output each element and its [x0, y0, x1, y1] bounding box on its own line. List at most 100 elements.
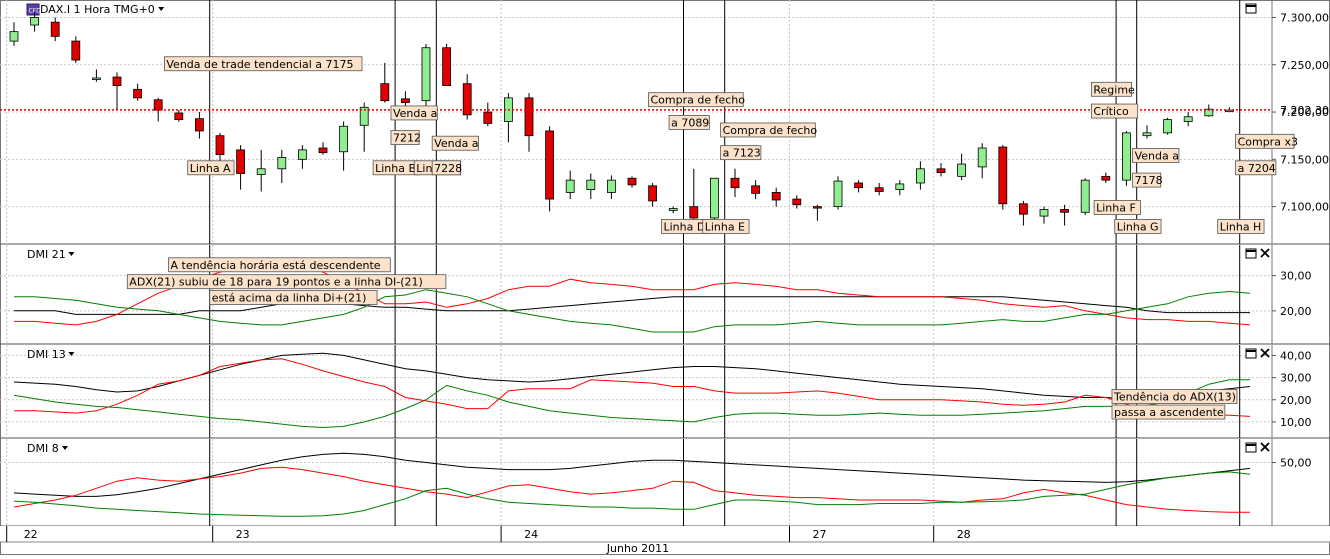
time-axis-label: 22	[24, 528, 38, 541]
candle-up	[297, 149, 307, 160]
annotation-label: Compra de fecho	[723, 124, 818, 137]
y-tick-label: 7.250,00	[1280, 59, 1329, 72]
candle-up	[1122, 132, 1131, 181]
y-tick-label: 7.300,00	[1280, 11, 1329, 24]
candle-up	[256, 168, 266, 175]
annotation-label: Tendência do ADX(13)	[1113, 391, 1236, 404]
event-line-label: Linha D	[664, 220, 706, 233]
candle-up	[1183, 116, 1193, 122]
instrument-title: DAX.I 1 Hora TMG+0	[40, 3, 155, 16]
candle-up	[92, 77, 101, 80]
candle-down	[524, 97, 534, 137]
annotation-label: está acima da linha Di+(21)	[212, 292, 367, 305]
candle-down	[1060, 209, 1069, 213]
candle-down	[813, 206, 822, 209]
candle-up	[710, 177, 719, 219]
candle-up	[1163, 119, 1172, 134]
candle-down	[1019, 203, 1028, 215]
candle-down	[194, 118, 204, 132]
candle-up	[916, 168, 925, 184]
candle-up	[977, 147, 987, 168]
annotation-label: Compra x3	[1238, 135, 1298, 148]
annotation-label: a 7089	[671, 116, 709, 129]
candle-up	[1039, 209, 1049, 217]
candle-down	[771, 192, 781, 201]
time-axis	[0, 526, 1330, 542]
annotation-label: Crítico	[1093, 105, 1129, 118]
candle-down	[1101, 175, 1111, 181]
indicator-title: DMI 8	[27, 442, 59, 455]
time-axis-label: 23	[236, 528, 250, 541]
annotation-label: A tendência horária está descendente	[171, 259, 381, 272]
candle-up	[30, 17, 40, 26]
annotation-label: a 7204	[1238, 162, 1276, 175]
time-axis-label: 28	[957, 528, 971, 541]
candle-down	[545, 130, 554, 200]
y-tick-label: 7.100,00	[1280, 201, 1329, 214]
y-tick-label: 30,00	[1280, 270, 1312, 283]
y-tick-label: 20,00	[1280, 305, 1312, 318]
candle-down	[648, 185, 657, 202]
indicator-title: DMI 21	[27, 248, 66, 261]
event-line-label: Linha E	[705, 220, 745, 233]
candle-up	[607, 179, 616, 193]
candle-up	[586, 179, 596, 190]
candle-up	[277, 157, 287, 170]
annotation-label: Compra de fecho	[650, 94, 745, 107]
candle-down	[792, 198, 802, 206]
candle-down	[71, 40, 81, 61]
candle-down	[627, 177, 637, 186]
candle-up	[1080, 179, 1090, 213]
indicator-title: DMI 13	[27, 348, 66, 361]
candle-down	[400, 98, 410, 103]
candle-down	[133, 88, 143, 99]
y-tick-label: 50,00	[1280, 457, 1312, 470]
candle-down	[50, 21, 60, 37]
candle-down	[153, 99, 163, 111]
candle-up	[421, 47, 431, 102]
y-tick-label: 30,00	[1280, 372, 1312, 385]
candle-down	[998, 146, 1008, 205]
candle-down	[730, 177, 740, 189]
candle-up	[1142, 132, 1152, 137]
last-price-label: 7.202,30	[1280, 104, 1329, 117]
time-axis-label: 24	[524, 528, 538, 541]
candle-up	[957, 163, 966, 177]
month-label: Junho 2011	[606, 542, 669, 555]
candle-down	[936, 168, 946, 173]
y-tick-label: 7.150,00	[1280, 153, 1329, 166]
candle-up	[668, 208, 678, 211]
candle-up	[833, 180, 843, 208]
annotation-label: Venda de trade tendencial a 7175	[166, 58, 353, 71]
candle-down	[215, 135, 225, 156]
annotation-label: Venda a	[434, 137, 478, 150]
candle-down	[112, 76, 122, 86]
candle-down	[854, 182, 863, 189]
y-tick-label: 10,00	[1280, 416, 1312, 429]
candle-down	[483, 111, 493, 124]
candle-down	[380, 83, 390, 102]
candle-down	[751, 185, 760, 194]
candle-down	[236, 149, 246, 174]
annotation-label: ADX(21) subiu de 18 para 19 pontos e a l…	[129, 276, 423, 289]
annotation-label: 7228	[434, 162, 462, 175]
event-line-label: Linha B	[375, 162, 416, 175]
event-line-label: Linha H	[1220, 220, 1262, 233]
candle-down	[689, 206, 699, 219]
annotation-label: Venda a	[393, 107, 437, 120]
annotation-label: a 7123	[723, 147, 761, 160]
event-line-label: Linha A	[190, 162, 231, 175]
candle-down	[318, 147, 328, 154]
candle-up	[339, 125, 349, 153]
candle-up	[895, 183, 905, 191]
candle-up	[9, 31, 19, 42]
candle-down	[874, 187, 884, 192]
candle-down	[442, 47, 452, 86]
candle-up	[565, 179, 575, 193]
chart-canvas: 7.100,007.150,007.200,007.250,007.300,00…	[0, 0, 1330, 555]
annotation-label: Regime	[1093, 83, 1135, 96]
event-line-label: Linha F	[1096, 202, 1136, 215]
y-tick-label: 40,00	[1280, 349, 1312, 362]
candle-down	[174, 112, 184, 121]
event-line-label: Linha G	[1117, 220, 1159, 233]
